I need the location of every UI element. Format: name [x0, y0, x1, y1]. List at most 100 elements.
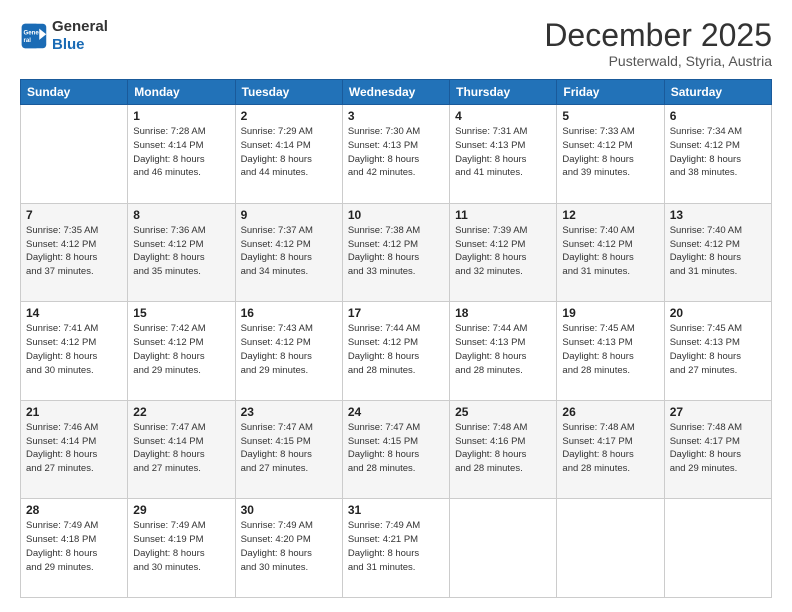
calendar-cell: 5 Sunrise: 7:33 AMSunset: 4:12 PMDaylight… [557, 105, 664, 204]
day-number: 9 [241, 208, 337, 222]
day-number: 12 [562, 208, 658, 222]
day-number: 4 [455, 109, 551, 123]
calendar-cell: 30 Sunrise: 7:49 AMSunset: 4:20 PMDayligh… [235, 499, 342, 598]
day-number: 29 [133, 503, 229, 517]
logo-line2: Blue [52, 36, 108, 54]
page: Gene ral General Blue December 2025 Pust… [0, 0, 792, 612]
day-number: 23 [241, 405, 337, 419]
day-number: 10 [348, 208, 444, 222]
calendar-cell: 18 Sunrise: 7:44 AMSunset: 4:13 PMDayligh… [450, 302, 557, 401]
calendar-cell: 21Sunrise: 7:46 AMSunset: 4:14 PMDayligh… [21, 400, 128, 499]
calendar-cell: 8Sunrise: 7:36 AMSunset: 4:12 PMDaylight… [128, 203, 235, 302]
day-info: Sunrise: 7:36 AMSunset: 4:12 PMDaylight:… [133, 224, 229, 279]
weekday-header-sunday: Sunday [21, 80, 128, 105]
calendar-cell: 29 Sunrise: 7:49 AMSunset: 4:19 PMDayligh… [128, 499, 235, 598]
weekday-header-wednesday: Wednesday [342, 80, 449, 105]
calendar-cell: 1Sunrise: 7:28 AMSunset: 4:14 PMDaylight… [128, 105, 235, 204]
svg-text:ral: ral [24, 37, 32, 44]
header: Gene ral General Blue December 2025 Pust… [20, 18, 772, 69]
day-number: 13 [670, 208, 766, 222]
day-info: Sunrise: 7:44 AMSunset: 4:13 PMDaylight:… [455, 322, 551, 377]
calendar-cell: 28Sunrise: 7:49 AMSunset: 4:18 PMDayligh… [21, 499, 128, 598]
week-row-3: 21Sunrise: 7:46 AMSunset: 4:14 PMDayligh… [21, 400, 772, 499]
day-info: Sunrise: 7:29 AMSunset: 4:14 PMDaylight:… [241, 125, 337, 180]
day-info: Sunrise: 7:48 AMSunset: 4:16 PMDaylight:… [455, 421, 551, 476]
calendar-cell: 7Sunrise: 7:35 AMSunset: 4:12 PMDaylight… [21, 203, 128, 302]
day-number: 15 [133, 306, 229, 320]
day-number: 5 [562, 109, 658, 123]
day-info: Sunrise: 7:43 AMSunset: 4:12 PMDaylight:… [241, 322, 337, 377]
day-info: Sunrise: 7:42 AMSunset: 4:12 PMDaylight:… [133, 322, 229, 377]
day-number: 17 [348, 306, 444, 320]
title-block: December 2025 Pusterwald, Styria, Austri… [544, 18, 772, 69]
day-number: 31 [348, 503, 444, 517]
day-number: 20 [670, 306, 766, 320]
calendar-cell: 27Sunrise: 7:48 AMSunset: 4:17 PMDayligh… [664, 400, 771, 499]
weekday-header-tuesday: Tuesday [235, 80, 342, 105]
day-number: 19 [562, 306, 658, 320]
calendar-cell: 25 Sunrise: 7:48 AMSunset: 4:16 PMDayligh… [450, 400, 557, 499]
calendar-cell [450, 499, 557, 598]
day-info: Sunrise: 7:41 AMSunset: 4:12 PMDaylight:… [26, 322, 122, 377]
day-info: Sunrise: 7:37 AMSunset: 4:12 PMDaylight:… [241, 224, 337, 279]
calendar-cell: 2 Sunrise: 7:29 AMSunset: 4:14 PMDaylight… [235, 105, 342, 204]
day-info: Sunrise: 7:45 AMSunset: 4:13 PMDaylight:… [562, 322, 658, 377]
calendar-cell: 11Sunrise: 7:39 AMSunset: 4:12 PMDayligh… [450, 203, 557, 302]
day-info: Sunrise: 7:40 AMSunset: 4:12 PMDaylight:… [670, 224, 766, 279]
day-info: Sunrise: 7:48 AMSunset: 4:17 PMDaylight:… [670, 421, 766, 476]
weekday-header-friday: Friday [557, 80, 664, 105]
day-info: Sunrise: 7:44 AMSunset: 4:12 PMDaylight:… [348, 322, 444, 377]
weekday-header-row: SundayMondayTuesdayWednesdayThursdayFrid… [21, 80, 772, 105]
calendar-cell: 9 Sunrise: 7:37 AMSunset: 4:12 PMDaylight… [235, 203, 342, 302]
calendar-cell: 10 Sunrise: 7:38 AMSunset: 4:12 PMDayligh… [342, 203, 449, 302]
day-info: Sunrise: 7:34 AMSunset: 4:12 PMDaylight:… [670, 125, 766, 180]
calendar-cell [21, 105, 128, 204]
week-row-4: 28Sunrise: 7:49 AMSunset: 4:18 PMDayligh… [21, 499, 772, 598]
logo: Gene ral General Blue [20, 18, 108, 54]
location: Pusterwald, Styria, Austria [544, 53, 772, 69]
calendar-cell: 12 Sunrise: 7:40 AMSunset: 4:12 PMDayligh… [557, 203, 664, 302]
week-row-0: 1Sunrise: 7:28 AMSunset: 4:14 PMDaylight… [21, 105, 772, 204]
weekday-header-saturday: Saturday [664, 80, 771, 105]
logo-line1: General [52, 18, 108, 36]
day-number: 11 [455, 208, 551, 222]
logo-text: General Blue [52, 18, 108, 54]
day-info: Sunrise: 7:31 AMSunset: 4:13 PMDaylight:… [455, 125, 551, 180]
day-number: 2 [241, 109, 337, 123]
calendar-cell: 23 Sunrise: 7:47 AMSunset: 4:15 PMDayligh… [235, 400, 342, 499]
calendar-cell: 15 Sunrise: 7:42 AMSunset: 4:12 PMDayligh… [128, 302, 235, 401]
day-number: 22 [133, 405, 229, 419]
day-info: Sunrise: 7:33 AMSunset: 4:12 PMDaylight:… [562, 125, 658, 180]
calendar-cell: 6 Sunrise: 7:34 AMSunset: 4:12 PMDaylight… [664, 105, 771, 204]
calendar-cell: 4 Sunrise: 7:31 AMSunset: 4:13 PMDaylight… [450, 105, 557, 204]
day-number: 3 [348, 109, 444, 123]
day-number: 18 [455, 306, 551, 320]
day-number: 28 [26, 503, 122, 517]
day-info: Sunrise: 7:35 AMSunset: 4:12 PMDaylight:… [26, 224, 122, 279]
day-number: 6 [670, 109, 766, 123]
day-info: Sunrise: 7:46 AMSunset: 4:14 PMDaylight:… [26, 421, 122, 476]
day-info: Sunrise: 7:47 AMSunset: 4:15 PMDaylight:… [348, 421, 444, 476]
calendar-cell: 3Sunrise: 7:30 AMSunset: 4:13 PMDaylight… [342, 105, 449, 204]
day-number: 25 [455, 405, 551, 419]
weekday-header-monday: Monday [128, 80, 235, 105]
calendar-cell: 16Sunrise: 7:43 AMSunset: 4:12 PMDayligh… [235, 302, 342, 401]
day-info: Sunrise: 7:40 AMSunset: 4:12 PMDaylight:… [562, 224, 658, 279]
day-info: Sunrise: 7:49 AMSunset: 4:21 PMDaylight:… [348, 519, 444, 574]
day-info: Sunrise: 7:49 AMSunset: 4:19 PMDaylight:… [133, 519, 229, 574]
calendar-cell: 13 Sunrise: 7:40 AMSunset: 4:12 PMDayligh… [664, 203, 771, 302]
day-info: Sunrise: 7:38 AMSunset: 4:12 PMDaylight:… [348, 224, 444, 279]
calendar-cell: 20Sunrise: 7:45 AMSunset: 4:13 PMDayligh… [664, 302, 771, 401]
calendar-cell [664, 499, 771, 598]
calendar-cell: 22Sunrise: 7:47 AMSunset: 4:14 PMDayligh… [128, 400, 235, 499]
day-number: 1 [133, 109, 229, 123]
day-number: 30 [241, 503, 337, 517]
day-info: Sunrise: 7:49 AMSunset: 4:20 PMDaylight:… [241, 519, 337, 574]
day-info: Sunrise: 7:47 AMSunset: 4:15 PMDaylight:… [241, 421, 337, 476]
calendar-table: SundayMondayTuesdayWednesdayThursdayFrid… [20, 79, 772, 598]
month-title: December 2025 [544, 18, 772, 53]
day-number: 26 [562, 405, 658, 419]
svg-text:Gene: Gene [24, 29, 40, 36]
day-info: Sunrise: 7:48 AMSunset: 4:17 PMDaylight:… [562, 421, 658, 476]
week-row-2: 14Sunrise: 7:41 AMSunset: 4:12 PMDayligh… [21, 302, 772, 401]
